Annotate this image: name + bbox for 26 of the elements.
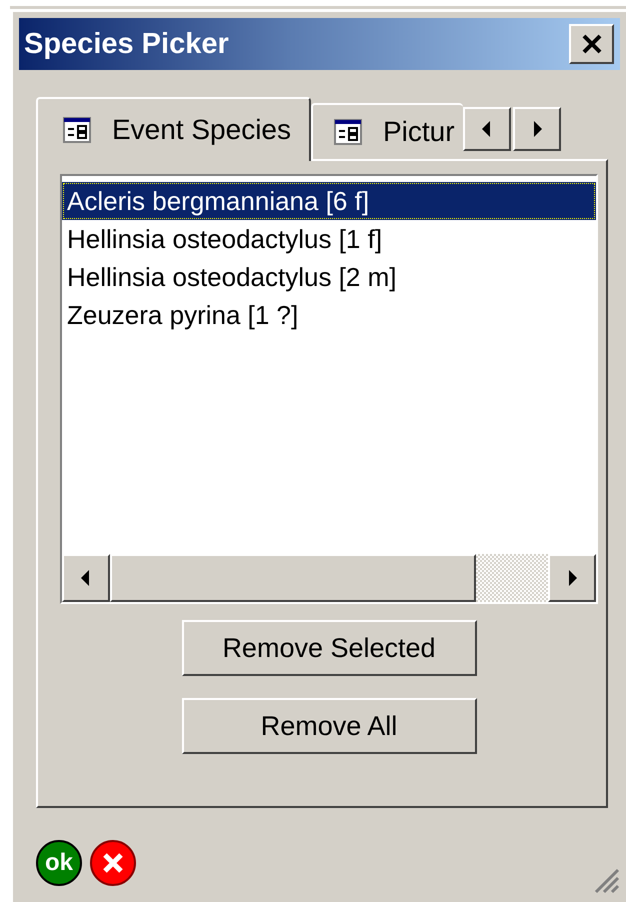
tab[interactable]: Event Species xyxy=(36,97,311,161)
cancel-button[interactable] xyxy=(90,840,136,886)
horizontal-scrollbar[interactable] xyxy=(62,554,596,602)
scroll-left-button[interactable] xyxy=(463,107,511,151)
action-button[interactable]: Remove All xyxy=(182,698,476,754)
form-icon xyxy=(333,118,363,146)
scrollbar-thumb[interactable] xyxy=(110,554,476,602)
cross-icon xyxy=(102,852,124,874)
right-arrow-icon xyxy=(532,121,542,137)
tab[interactable]: Pictur xyxy=(311,103,463,159)
scroll-right-button[interactable] xyxy=(513,107,561,151)
list-item[interactable]: Acleris bergmanniana [6 f] xyxy=(62,182,596,220)
window-title: Species Picker xyxy=(24,28,229,60)
close-icon xyxy=(580,34,602,54)
list-item[interactable]: Hellinsia osteodactylus [2 m] xyxy=(62,258,596,296)
right-arrow-icon xyxy=(567,570,577,586)
list-item[interactable]: Zeuzera pyrina [1 ?] xyxy=(62,296,596,334)
action-button[interactable]: Remove Selected xyxy=(182,620,476,676)
scroll-left-button[interactable] xyxy=(62,554,110,602)
close-button[interactable] xyxy=(569,24,614,64)
scroll-right-button[interactable] xyxy=(548,554,596,602)
list-item[interactable]: Hellinsia osteodactylus [1 f] xyxy=(62,220,596,258)
left-arrow-icon xyxy=(482,121,492,137)
left-arrow-icon xyxy=(81,570,91,586)
form-icon xyxy=(62,116,92,144)
ok-button[interactable]: ok xyxy=(36,840,82,886)
